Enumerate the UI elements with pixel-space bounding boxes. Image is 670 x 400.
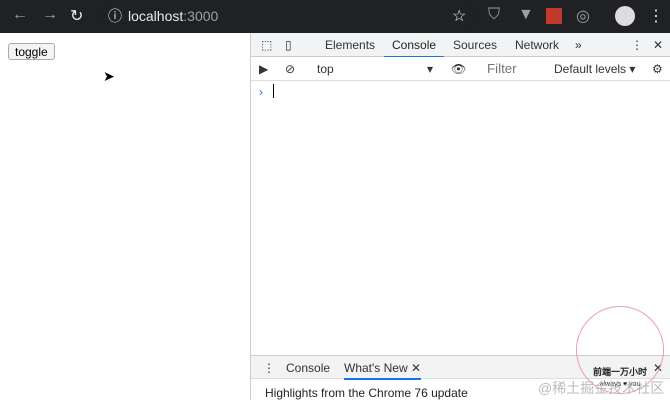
address-bar[interactable]: ⓘ localhost:3000: [98, 4, 476, 29]
devtools-menu-icon[interactable]: ⋮: [631, 38, 643, 52]
close-devtools-icon[interactable]: ✕: [653, 38, 663, 52]
drawer-menu-icon[interactable]: ⋮: [263, 361, 275, 375]
url-host: localhost: [128, 8, 184, 24]
console-toolbar: ▶ ⊘ top ▾ 👁 Default levels ▾ ⚙: [251, 57, 670, 81]
back-icon[interactable]: ←: [12, 6, 28, 24]
settings-gear-icon[interactable]: ⚙: [652, 62, 663, 76]
menu-icon[interactable]: ⋮: [648, 6, 664, 26]
tab-elements[interactable]: Elements: [325, 38, 375, 52]
console-input[interactable]: [273, 84, 274, 98]
extension-red-icon[interactable]: [546, 8, 562, 24]
devtools-panel: ⬚ ▯ Elements Console Sources Network » ⋮…: [250, 33, 670, 400]
browser-toolbar: ← → ↻ ⓘ localhost:3000 ☆ ⛉ ▼ ◎ ⋮: [0, 0, 670, 33]
tab-console[interactable]: Console: [383, 38, 445, 58]
close-tab-icon[interactable]: ✕: [411, 361, 421, 375]
drawer-tab-console[interactable]: Console: [286, 361, 330, 375]
clear-console-icon[interactable]: ⊘: [285, 62, 295, 76]
console-prompt: ›: [259, 85, 263, 99]
tab-sources[interactable]: Sources: [453, 38, 497, 52]
eye-icon[interactable]: 👁: [451, 62, 466, 76]
extension-target-icon[interactable]: ◎: [576, 6, 590, 26]
bookmark-star-icon[interactable]: ☆: [452, 6, 466, 26]
watermark-title: 前端一万小时: [592, 367, 647, 377]
sidebar-toggle-icon[interactable]: ▶: [259, 62, 268, 76]
page-content: toggle ➤: [0, 33, 250, 400]
context-dropdown-icon[interactable]: ▾: [427, 62, 433, 76]
devtools-tabs: ⬚ ▯ Elements Console Sources Network » ⋮…: [251, 33, 670, 58]
url-port: :3000: [183, 8, 219, 24]
tab-network[interactable]: Network: [515, 38, 559, 52]
toggle-button[interactable]: toggle: [8, 43, 55, 60]
more-tabs-button[interactable]: »: [575, 38, 582, 52]
mouse-cursor-icon: ➤: [103, 68, 115, 84]
filter-input[interactable]: [481, 60, 547, 78]
drawer-tab-whats-new[interactable]: What's New ✕: [344, 361, 422, 380]
extension-shield-icon[interactable]: ⛉: [488, 6, 500, 24]
device-toggle-icon[interactable]: ▯: [285, 38, 292, 52]
log-levels-select[interactable]: Default levels ▾: [554, 62, 635, 76]
reload-icon[interactable]: ↻: [70, 6, 83, 26]
extension-vue-icon[interactable]: ▼: [518, 6, 534, 24]
drawer-tab-label: What's New: [344, 361, 408, 375]
whats-new-heading: Highlights from the Chrome 76 update: [265, 386, 468, 400]
forward-icon[interactable]: →: [42, 6, 58, 24]
info-icon[interactable]: ⓘ: [108, 4, 122, 29]
context-select[interactable]: top: [317, 62, 334, 76]
avatar[interactable]: [615, 6, 635, 26]
watermark-site: @稀土掘金技术社区: [538, 380, 665, 396]
inspect-icon[interactable]: ⬚: [261, 38, 272, 52]
